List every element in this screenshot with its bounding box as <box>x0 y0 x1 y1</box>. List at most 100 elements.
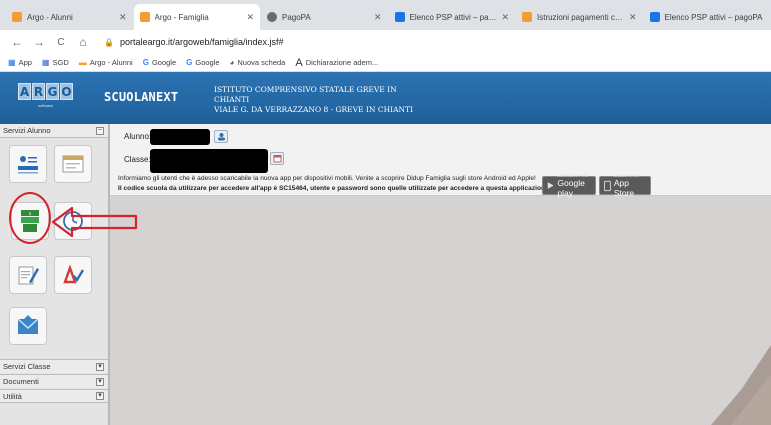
bookmark-new-tab[interactable]: ◕ Nuova scheda <box>230 58 286 67</box>
sidebar-section-documenti[interactable]: Documenti ▾ <box>0 374 108 388</box>
app-store-badge[interactable]: Available on the App Store <box>599 174 651 198</box>
expand-icon[interactable]: ▾ <box>96 362 104 371</box>
pencil-note-icon <box>18 266 39 285</box>
bookmark-label: Google <box>151 58 177 67</box>
student-card-icon <box>18 156 38 174</box>
tab-title: Argo - Alunni <box>27 12 73 22</box>
redacted-student-name <box>150 129 210 145</box>
school-address: VIALE G. DA VERRAZZANO 8 - GREVE IN CHIA… <box>214 105 414 114</box>
decorative-corner-shape <box>711 345 771 425</box>
home-icon[interactable]: ⌂ <box>74 35 92 49</box>
pagopa-site-favicon-icon <box>394 12 405 22</box>
sidebar-section-title: Servizi Alunno <box>3 126 51 135</box>
bookmark-google[interactable]: G Google <box>143 58 176 67</box>
change-student-button[interactable] <box>214 130 228 143</box>
google-icon: G <box>142 58 149 67</box>
browser-tab[interactable]: Argo - Alunni ✕ <box>6 4 133 30</box>
pagopa-site-favicon-icon <box>649 12 660 22</box>
main-content: Alunno: Classe: Informiamo gli utenti ch… <box>110 124 771 425</box>
argo-logo: A R G O <box>18 83 74 100</box>
logo-letter: O <box>60 83 73 100</box>
google-icon: G <box>186 58 193 67</box>
bookmark-label: SGD <box>52 58 69 67</box>
phone-icon <box>604 180 611 191</box>
browser-tab[interactable]: Istruzioni pagamenti con PagoPA ✕ <box>516 4 643 30</box>
lock-icon: 🔒 <box>104 37 114 47</box>
app-announcement: Informiamo gli utenti che è adesso scari… <box>118 175 536 182</box>
tab-close-icon[interactable]: ✕ <box>246 12 254 23</box>
classe-label: Classe: <box>124 155 151 164</box>
logo-subtitle: software <box>38 103 54 108</box>
globe-icon: ◕ <box>229 58 235 67</box>
back-arrow-icon[interactable]: ← <box>8 35 26 49</box>
google-play-badge[interactable]: ANDROID APP ON Google play <box>542 173 596 198</box>
logo-letter: R <box>32 83 45 100</box>
tab-close-icon[interactable]: ✕ <box>501 12 509 23</box>
bookmark-label: Google <box>195 58 220 67</box>
sidebar-section-title: Documenti <box>3 377 39 386</box>
school-name-line2: CHIANTI <box>214 95 250 104</box>
user-icon <box>217 133 225 141</box>
google-play-caption: ANDROID APP ON <box>557 173 588 178</box>
tab-close-icon[interactable]: ✕ <box>629 12 637 23</box>
sidebar-section-utilita[interactable]: Utilità ▾ <box>0 389 108 403</box>
tab-close-icon[interactable]: ✕ <box>374 12 382 23</box>
tile-student-registry[interactable] <box>9 145 47 183</box>
sidebar: Servizi Alunno − $ Servizi Classe ▾ Docu… <box>0 124 110 425</box>
apps-grid-icon: ▦ <box>8 58 16 67</box>
calendar-icon <box>273 155 281 163</box>
collapse-icon[interactable]: − <box>96 126 104 135</box>
sidebar-section-header[interactable]: Servizi Alunno − <box>0 124 108 138</box>
alunno-label: Alunno: <box>124 132 152 141</box>
bookmark-sgd[interactable]: ▦ SGD <box>42 58 69 67</box>
browser-tab-strip: Argo - Alunni ✕ Argo - Famiglia ✕ PagoPA… <box>0 0 771 30</box>
bookmark-dichiarazione[interactable]: A Dichiarazione adem... <box>295 57 378 69</box>
tab-title: PagoPA <box>282 12 311 22</box>
bookmark-label: Nuova scheda <box>237 58 286 67</box>
tab-title: Elenco PSP attivi – pagoPA <box>409 12 498 22</box>
bookmark-google[interactable]: G Google <box>186 58 219 67</box>
bookmark-apps[interactable]: ▦ App <box>8 58 32 67</box>
browser-tab[interactable]: Elenco PSP attivi – pagoPA ✕ <box>388 4 515 30</box>
tile-registry-card[interactable] <box>54 145 92 183</box>
tab-close-icon[interactable]: ✕ <box>119 12 127 23</box>
bookmark-label: Dichiarazione adem... <box>305 58 379 67</box>
sidebar-section-servizi-classe[interactable]: Servizi Classe ▾ <box>0 359 108 373</box>
tab-title: Elenco PSP attivi – pagoPA <box>664 12 763 22</box>
google-play-label: Google play <box>557 177 585 198</box>
url-text: portaleargo.it/argoweb/famiglia/index.js… <box>119 37 284 47</box>
app-store-label: App Store <box>613 177 635 198</box>
sgd-icon: ▦ <box>41 58 50 67</box>
letter-a-icon: A <box>295 56 303 69</box>
browser-tab-active[interactable]: Argo - Famiglia ✕ <box>133 4 260 30</box>
url-field[interactable]: 🔒 portaleargo.it/argoweb/famiglia/index.… <box>104 37 284 47</box>
logo-letter: A <box>18 83 31 100</box>
tile-grades[interactable] <box>9 256 47 294</box>
tile-school-report[interactable] <box>54 256 92 294</box>
annotation-arrow-icon <box>51 206 138 238</box>
bookmark-label: App <box>18 58 32 67</box>
browser-tab[interactable]: Elenco PSP attivi – pagoPA <box>643 4 770 30</box>
tile-communications[interactable] <box>9 307 47 345</box>
product-brand: SCUOLANEXT <box>104 90 179 104</box>
envelope-icon <box>17 315 39 334</box>
school-code-notice: Il codice scuola da utilizzare per acced… <box>118 185 551 192</box>
app-header: A R G O software SCUOLANEXT ISTITUTO COM… <box>0 72 771 124</box>
forward-arrow-icon[interactable]: → <box>30 35 48 49</box>
reload-icon[interactable]: C <box>52 37 70 48</box>
expand-icon[interactable]: ▾ <box>96 377 104 386</box>
browser-tab[interactable]: PagoPA ✕ <box>261 4 388 30</box>
document-icon <box>62 155 84 173</box>
redacted-class-name <box>150 149 268 173</box>
school-name-line1: ISTITUTO COMPRENSIVO STATALE GREVE IN <box>214 85 397 94</box>
google-play-icon <box>547 182 554 189</box>
change-class-button[interactable] <box>270 152 284 165</box>
tab-title: Argo - Famiglia <box>154 12 209 22</box>
bookmark-label: Argo - Alunni <box>89 58 133 67</box>
sidebar-section-title: Servizi Classe <box>3 362 51 371</box>
logo-letter: G <box>46 83 59 100</box>
annotation-circle <box>9 192 51 244</box>
expand-icon[interactable]: ▾ <box>96 392 104 400</box>
bookmark-argo-alunni[interactable]: ▬ Argo - Alunni <box>79 58 133 67</box>
argo-favicon-icon <box>522 12 532 22</box>
